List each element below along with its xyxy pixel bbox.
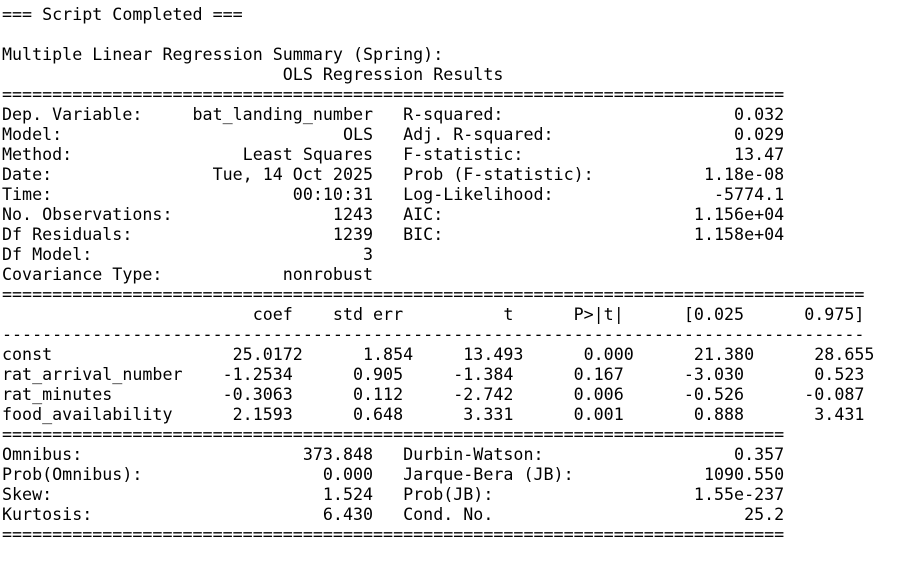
diagnostics-row: Omnibus: 373.848 Durbin-Watson: 0.357 [2, 445, 785, 464]
separator-line: ========================================… [2, 425, 785, 444]
model-info-row: Dep. Variable: bat_landing_number R-squa… [2, 105, 785, 124]
separator-line: ========================================… [2, 285, 865, 304]
model-info-row: Date: Tue, 14 Oct 2025 Prob (F-statistic… [2, 165, 785, 184]
model-info-row: No. Observations: 1243 AIC: 1.156e+04 [2, 205, 785, 224]
model-info-row: Covariance Type: nonrobust [2, 265, 785, 284]
summary-heading: Multiple Linear Regression Summary (Spri… [2, 45, 444, 64]
model-info-row: Df Model: 3 [2, 245, 785, 264]
script-status-line: === Script Completed === [2, 5, 243, 24]
coef-table-header: coef std err t P>|t| [0.025 0.975] [2, 305, 865, 324]
dash-separator-line: ----------------------------------------… [2, 325, 865, 344]
results-title: OLS Regression Results [2, 65, 785, 84]
coef-table-row: rat_minutes -0.3063 0.112 -2.742 0.006 -… [2, 385, 865, 404]
coef-table-row: const 25.0172 1.854 13.493 0.000 21.380 … [2, 345, 875, 364]
diagnostics-row: Prob(Omnibus): 0.000 Jarque-Bera (JB): 1… [2, 465, 785, 484]
coef-table-row: food_availability 2.1593 0.648 3.331 0.0… [2, 405, 865, 424]
separator-line: ========================================… [2, 85, 785, 104]
coef-table-row: rat_arrival_number -1.2534 0.905 -1.384 … [2, 365, 865, 384]
model-info-row: Df Residuals: 1239 BIC: 1.158e+04 [2, 225, 785, 244]
model-info-row: Model: OLS Adj. R-squared: 0.029 [2, 125, 785, 144]
diagnostics-row: Skew: 1.524 Prob(JB): 1.55e-237 [2, 485, 785, 504]
terminal-output: === Script Completed === Multiple Linear… [0, 0, 913, 566]
model-info-row: Method: Least Squares F-statistic: 13.47 [2, 145, 785, 164]
separator-line: ========================================… [2, 525, 785, 544]
diagnostics-row: Kurtosis: 6.430 Cond. No. 25.2 [2, 505, 785, 524]
model-info-row: Time: 00:10:31 Log-Likelihood: -5774.1 [2, 185, 785, 204]
